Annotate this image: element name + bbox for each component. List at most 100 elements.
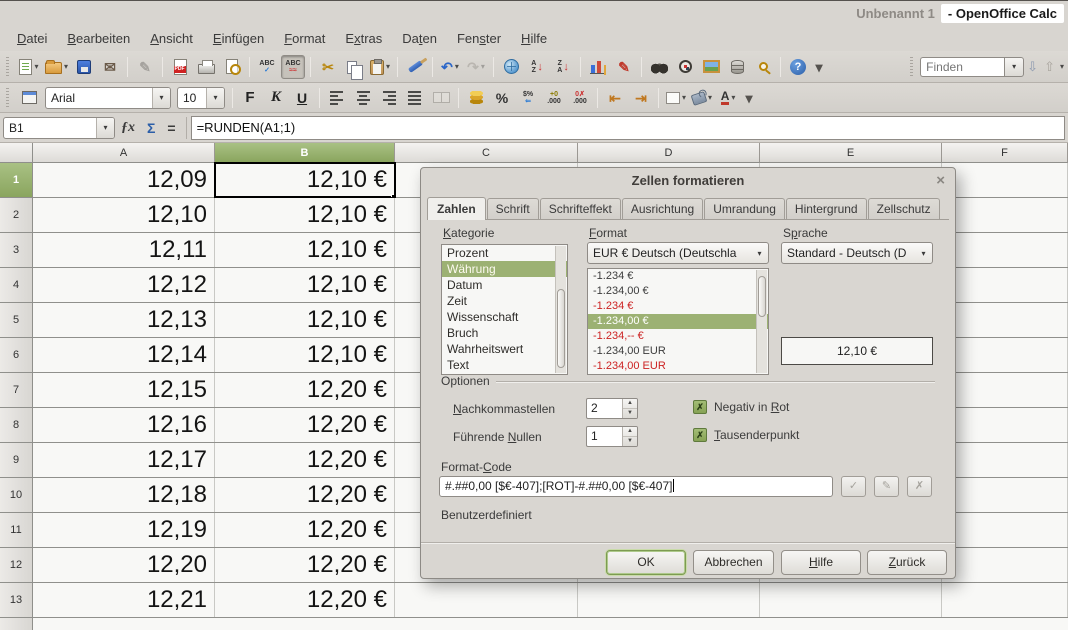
cell-B7[interactable]: 12,20 € [215,373,395,407]
find-toolbar-overflow-button[interactable]: ▾ [1060,62,1064,71]
back-button[interactable]: Zurück [867,550,947,575]
name-box-value[interactable]: B1 [4,118,96,138]
menu-ansicht[interactable]: Ansicht [141,28,202,49]
zoom-button[interactable] [751,55,775,79]
font-name-combo-value[interactable]: Arial [46,88,152,108]
print-button[interactable] [194,55,218,79]
tab-ausrichtung[interactable]: Ausrichtung [622,198,703,219]
cell-A8[interactable]: 12,16 [33,408,215,442]
cell-A10[interactable]: 12,18 [33,478,215,512]
category-item-prozent[interactable]: Prozent [442,245,567,261]
name-box-dropdown[interactable]: ▾ [96,118,114,138]
background-color-button[interactable]: ▾ [690,86,714,110]
sum-icon[interactable]: Σ [147,120,155,136]
column-header-F[interactable]: F [942,143,1068,163]
cell-A1[interactable]: 12,09 [33,163,215,197]
cell-B1[interactable]: 12,10 € [215,163,395,197]
spellcheck-button[interactable]: ABC✓ [255,55,279,79]
percent-format-button[interactable]: % [490,86,514,110]
align-right-button[interactable] [377,86,401,110]
cell-B4[interactable]: 12,10 € [215,268,395,302]
column-header-B[interactable]: B [215,143,395,163]
menu-bearbeiten[interactable]: Bearbeiten [58,28,139,49]
confirm-format-button[interactable]: ✓ [841,476,866,497]
email-button[interactable]: ✉ [98,55,122,79]
toolbar-grip[interactable] [909,57,916,77]
open-button[interactable]: ▾ [43,55,70,79]
row-header-3[interactable]: 3 [0,233,33,267]
cell-F8[interactable] [942,408,1068,442]
new-document-dropdown[interactable]: ▾ [34,62,38,71]
leading-zeros-value[interactable]: 1 [587,427,622,446]
cell-B11[interactable]: 12,20 € [215,513,395,547]
step-down-icon[interactable]: ▼ [623,409,637,418]
row-header-4[interactable]: 4 [0,268,33,302]
hyperlink-button[interactable] [499,55,523,79]
italic-button[interactable]: K [264,86,288,110]
row-header-13[interactable]: 13 [0,583,33,617]
format-item-5[interactable]: -1.234,00 EUR [588,344,768,359]
leading-zeros-stepper[interactable]: 1 ▲▼ [586,426,638,447]
negative-red-checkbox[interactable]: ✗ Negativ in Rot [693,400,789,414]
category-item-währung[interactable]: Währung [442,261,567,277]
decimal-places-value[interactable]: 2 [587,399,622,418]
checkbox-checked-icon[interactable]: ✗ [693,400,707,414]
cell-F5[interactable] [942,303,1068,337]
cell-B9[interactable]: 12,20 € [215,443,395,477]
stepper-buttons[interactable]: ▲▼ [622,427,637,446]
format-item-2[interactable]: -1.234 € [588,299,768,314]
cell-F9[interactable] [942,443,1068,477]
row-header-1[interactable]: 1 [0,163,33,197]
increase-indent-button[interactable]: ⇥ [629,86,653,110]
menu-datei[interactable]: Datei [8,28,56,49]
toolbar-overflow-button[interactable]: ▾ [812,55,826,79]
row-header-5[interactable]: 5 [0,303,33,337]
help-button[interactable]: Hilfe [781,550,861,575]
find-previous-button[interactable]: ⇧ [1044,59,1055,75]
edit-comment-button[interactable]: ✎ [874,476,899,497]
tab-hintergrund[interactable]: Hintergrund [786,198,867,219]
category-item-text[interactable]: Text [442,357,567,373]
help-button[interactable] [786,55,810,79]
equals-icon[interactable]: = [167,120,175,136]
copy-button[interactable] [342,55,366,79]
font-name-combo[interactable]: Arial▾ [45,87,171,109]
menu-fenster[interactable]: Fenster [448,28,510,49]
row-header-6[interactable]: 6 [0,338,33,372]
gallery-button[interactable] [699,55,723,79]
cell-E13[interactable] [760,583,942,617]
menu-format[interactable]: Format [275,28,334,49]
format-item-0[interactable]: -1.234 € [588,269,768,284]
cell-F13[interactable] [942,583,1068,617]
data-sources-button[interactable] [725,55,749,79]
cell-A3[interactable]: 12,11 [33,233,215,267]
cut-button[interactable]: ✂ [316,55,340,79]
merge-cells-button[interactable] [429,86,453,110]
category-item-wahrheitswert[interactable]: Wahrheitswert [442,341,567,357]
sort-descending-button[interactable]: ZA↓ [551,55,575,79]
redo-button[interactable]: ↷▾ [464,55,488,79]
cell-B6[interactable]: 12,10 € [215,338,395,372]
cancel-button[interactable]: Abbrechen [693,550,774,575]
ok-button[interactable]: OK [606,550,686,575]
function-wizard-icon[interactable]: ƒx [121,120,135,136]
standard-format-button[interactable]: $%⇐ [516,86,540,110]
delete-decimal-button[interactable]: 0✗.000 [568,86,592,110]
cell-D13[interactable] [578,583,760,617]
cell-F4[interactable] [942,268,1068,302]
align-left-button[interactable] [325,86,349,110]
menu-daten[interactable]: Daten [393,28,446,49]
cell-F12[interactable] [942,548,1068,582]
cell-A11[interactable]: 12,19 [33,513,215,547]
chevron-down-icon[interactable]: ▾ [206,88,224,108]
thousands-separator-checkbox[interactable]: ✗ Tausenderpunkt [693,428,799,442]
stepper-buttons[interactable]: ▲▼ [622,399,637,418]
add-decimal-button[interactable]: +0.000 [542,86,566,110]
row-header-12[interactable]: 12 [0,548,33,582]
row-header-2[interactable]: 2 [0,198,33,232]
currency-format-button[interactable] [464,86,488,110]
autospellcheck-button[interactable]: ABC≈≈ [281,55,305,79]
export-pdf-button[interactable] [168,55,192,79]
format-item-1[interactable]: -1.234,00 € [588,284,768,299]
decrease-indent-button[interactable]: ⇤ [603,86,627,110]
